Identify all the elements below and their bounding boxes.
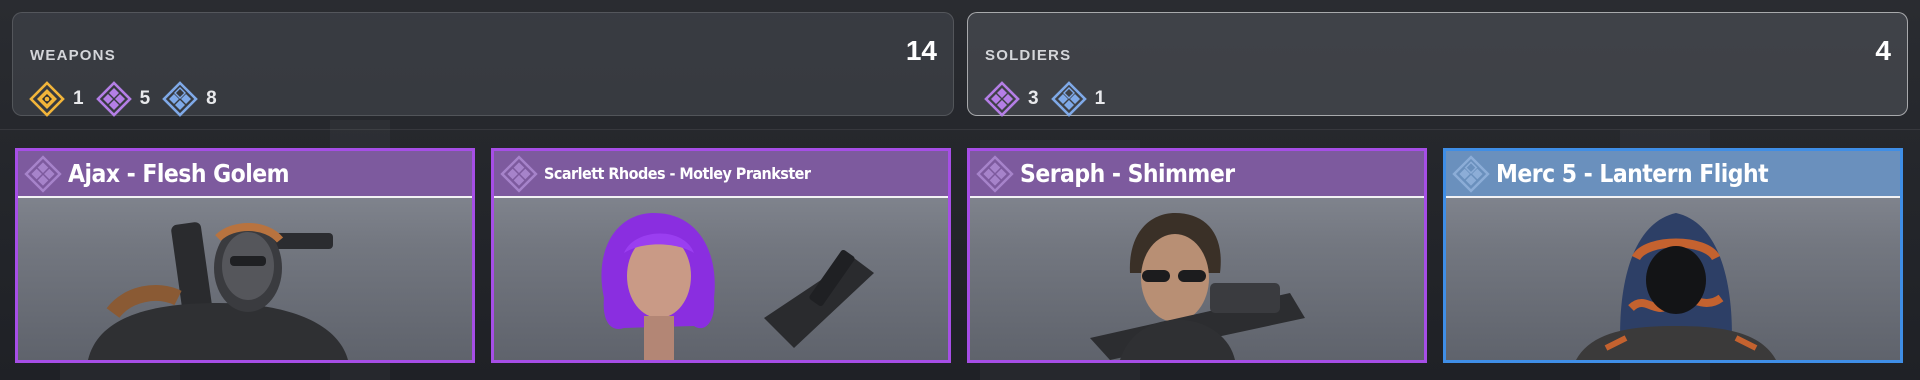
card-title: Ajax - Flesh Golem — [68, 159, 290, 188]
soldier-portrait — [970, 198, 1424, 360]
weapons-rare-rarity: 8 — [162, 81, 217, 117]
weapons-legendary-rarity: 1 — [29, 81, 84, 117]
soldiers-rarity-breakdown: 3 1 — [984, 81, 1117, 117]
soldier-card-scarlett-rhodes[interactable]: Scarlett Rhodes - Motley Prankster — [491, 148, 951, 363]
weapons-summary-panel[interactable]: WEAPONS 14 1 5 8 — [12, 12, 954, 117]
weapons-epic-rarity: 5 — [95, 81, 151, 117]
card-title: Scarlett Rhodes - Motley Prankster — [544, 164, 811, 183]
rare-rarity-icon — [1452, 155, 1490, 193]
card-title: Seraph - Shimmer — [1020, 159, 1235, 188]
weapons-rarity-breakdown: 1 5 8 — [29, 81, 229, 117]
soldiers-total-count: 4 — [1875, 35, 1891, 66]
soldier-card-seraph[interactable]: Seraph - Shimmer — [967, 148, 1427, 363]
soldier-portrait — [1446, 198, 1900, 360]
epic-rarity-icon — [976, 155, 1014, 193]
epic-rarity-icon — [95, 81, 132, 117]
soldiers-epic-count: 3 — [1028, 88, 1039, 109]
soldier-portrait — [494, 198, 948, 360]
soldier-card-ajax[interactable]: Ajax - Flesh Golem — [15, 148, 475, 363]
rare-rarity-icon — [1050, 81, 1087, 117]
soldier-portrait — [18, 198, 472, 360]
soldiers-title: SOLDIERS — [985, 47, 1072, 64]
card-header: Merc 5 - Lantern Flight — [1446, 151, 1900, 198]
rare-rarity-icon — [162, 81, 198, 117]
soldier-card-merc-5[interactable]: Merc 5 - Lantern Flight — [1443, 148, 1903, 363]
weapons-rare-count: 8 — [206, 88, 217, 109]
epic-rarity-icon — [984, 81, 1020, 117]
epic-rarity-icon — [24, 155, 62, 193]
soldiers-summary-panel[interactable]: SOLDIERS 4 3 1 — [967, 12, 1908, 117]
epic-rarity-icon — [500, 155, 538, 193]
legendary-rarity-icon — [29, 81, 65, 117]
card-title: Merc 5 - Lantern Flight — [1496, 159, 1769, 188]
soldiers-epic-rarity: 3 — [984, 81, 1039, 117]
weapons-legendary-count: 1 — [73, 88, 84, 109]
card-header: Scarlett Rhodes - Motley Prankster — [494, 151, 948, 198]
card-header: Seraph - Shimmer — [970, 151, 1424, 198]
weapons-epic-count: 5 — [139, 88, 151, 109]
section-divider — [0, 129, 1920, 130]
weapons-total-count: 14 — [905, 35, 937, 66]
soldiers-rare-rarity: 1 — [1050, 81, 1106, 117]
card-header: Ajax - Flesh Golem — [18, 151, 472, 198]
weapons-title: WEAPONS — [30, 47, 116, 64]
soldiers-rare-count: 1 — [1094, 88, 1106, 109]
